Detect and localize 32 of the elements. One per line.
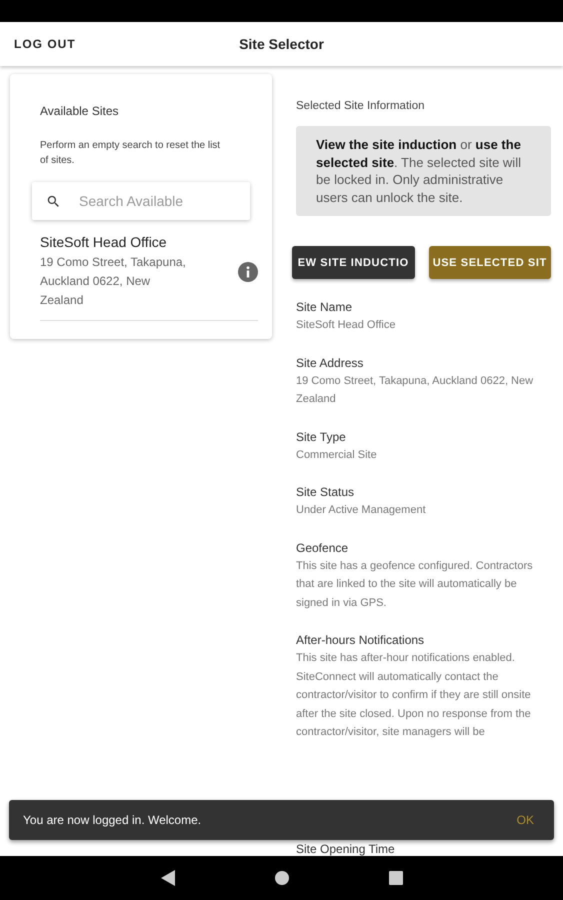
card-title: Available Sites xyxy=(40,104,120,118)
use-site-button[interactable]: USE SELECTED SIT xyxy=(428,246,551,279)
detail-value: Under Active Management xyxy=(296,503,427,518)
screen-title: Site Selector xyxy=(239,36,324,52)
site-list-item[interactable]: SiteSoft Head Office 19 Como Street, Takapuna, Auckland 0622, New Zealand xyxy=(40,234,258,321)
search-hint: Perform an empty search to reset the list of sites. xyxy=(40,139,222,168)
induction-button[interactable]: EW SITE INDUCTIO xyxy=(292,246,414,279)
detail-label: Geofence xyxy=(296,540,350,554)
home-icon[interactable] xyxy=(274,871,288,885)
detail-value: Commercial Site xyxy=(296,448,378,462)
detail-value: This site has after-hour notifications enabled. SiteConnect will automatically contact the contractor/visitor to confirm if they are still onsite after the site closed. Upon no response from the contractor/visitor, site managers will be xyxy=(296,651,532,740)
detail-value: This site has a geofence configured. Contractors that are linked to the site will automatically be signed in via GPS. xyxy=(296,558,534,610)
site-name: SiteSoft Head Office xyxy=(40,234,168,250)
snackbar-message: You are now logged in. Welcome. xyxy=(23,813,202,827)
info-icon[interactable] xyxy=(238,262,258,282)
detail-label: Site Type xyxy=(296,430,347,444)
ok-button[interactable]: OK xyxy=(516,813,534,827)
site-address: 19 Como Street, Takapuna, Auckland 0622, New Zealand xyxy=(40,254,187,309)
detail-label: Site Address xyxy=(296,356,364,370)
section-title: Selected Site Information xyxy=(296,100,426,112)
search-field[interactable]: Search Available xyxy=(32,182,250,220)
back-icon[interactable] xyxy=(160,870,174,886)
detail-value: SiteSoft Head Office xyxy=(296,318,396,333)
detail-label: After-hours Notifications xyxy=(296,633,426,647)
logout-button[interactable]: LOG OUT xyxy=(14,37,76,51)
detail-label: Site Status xyxy=(296,485,356,499)
detail-label: Site Opening Time xyxy=(296,842,396,856)
recents-icon[interactable] xyxy=(388,871,402,885)
notice-text: View the site induction or use the selected site. The selected site will be locked in. Only administrative users can unlock the site. xyxy=(296,126,551,216)
search-icon xyxy=(46,194,61,208)
detail-label: Site Name xyxy=(296,300,354,314)
detail-value: 19 Como Street, Takapuna, Auckland 0622, New Zealand xyxy=(296,374,534,407)
